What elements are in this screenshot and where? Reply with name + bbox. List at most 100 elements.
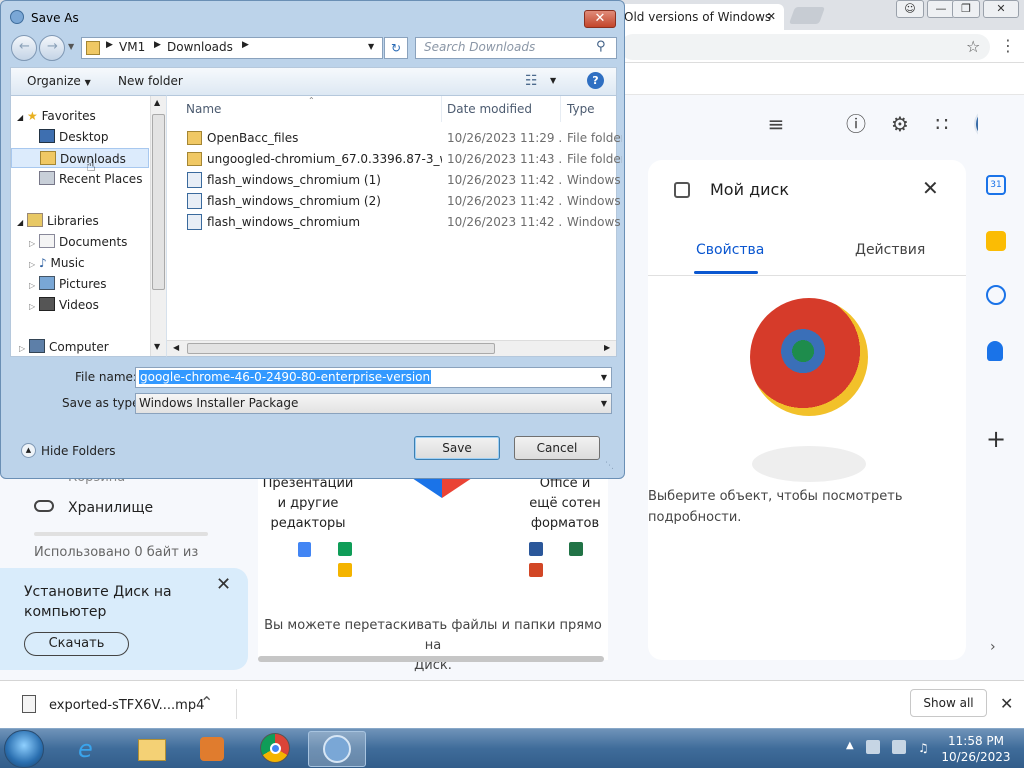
hide-folders-icon[interactable]: ▲ bbox=[21, 443, 36, 458]
nav-downloads[interactable]: Downloads bbox=[11, 148, 149, 168]
favorites-label: Favorites bbox=[41, 109, 96, 123]
search-input[interactable]: Search Downloads ⚲ bbox=[415, 37, 617, 59]
nav-documents[interactable]: ▷ Documents bbox=[29, 232, 127, 252]
file-row[interactable]: ungoogled-chromium_67.0.3396.87-3_wi... … bbox=[187, 149, 622, 170]
breadcrumb-downloads[interactable]: Downloads bbox=[167, 40, 233, 54]
window-close-button[interactable]: ✕ bbox=[983, 0, 1019, 18]
tasks-icon[interactable] bbox=[986, 285, 1006, 305]
hide-folders-button[interactable]: Hide Folders bbox=[41, 444, 116, 458]
file-type: Windows bbox=[567, 194, 621, 208]
breadcrumb-separator-icon: ▶ bbox=[242, 40, 249, 50]
help-icon[interactable]: ? bbox=[587, 72, 604, 89]
action-center-icon[interactable] bbox=[866, 740, 880, 754]
view-options-icon[interactable]: ☷ bbox=[525, 73, 538, 89]
omnibox[interactable] bbox=[620, 34, 990, 60]
taskbar-clock[interactable]: 11:58 PM 10/26/2023 bbox=[940, 733, 1012, 765]
taskbar-media[interactable] bbox=[186, 731, 236, 767]
back-button[interactable]: ← bbox=[11, 35, 37, 61]
save-type-dropdown-icon[interactable]: ▼ bbox=[601, 394, 607, 413]
column-date-modified[interactable]: Date modified bbox=[441, 96, 561, 122]
column-type[interactable]: Type bbox=[561, 96, 618, 122]
taskbar-chrome-dialog[interactable] bbox=[308, 731, 366, 767]
keep-icon[interactable] bbox=[986, 231, 1006, 251]
new-tab-button[interactable] bbox=[788, 7, 826, 24]
favorites-group[interactable]: ◢ ★ Favorites bbox=[17, 106, 96, 126]
folder-icon bbox=[187, 152, 202, 166]
network-icon[interactable] bbox=[892, 740, 906, 754]
breadcrumb-dropdown-icon[interactable]: ▼ bbox=[368, 42, 374, 51]
libraries-group[interactable]: ◢ Libraries bbox=[17, 211, 99, 231]
taskbar-explorer[interactable] bbox=[126, 731, 176, 767]
file-row[interactable]: flash_windows_chromium 10/26/2023 11:42 … bbox=[187, 212, 621, 233]
expand-panel-icon[interactable]: › bbox=[990, 639, 996, 655]
apps-grid-icon[interactable]: ∷ bbox=[926, 108, 958, 140]
nav-pictures[interactable]: ▷ Pictures bbox=[29, 274, 107, 294]
minimize-button[interactable]: — bbox=[927, 0, 955, 18]
storage-item[interactable]: Хранилище bbox=[68, 500, 153, 516]
file-name-dropdown-icon[interactable]: ▼ bbox=[601, 368, 607, 387]
resize-grip-icon[interactable]: ⋱ bbox=[605, 461, 614, 471]
save-type-select[interactable]: Windows Installer Package ▼ bbox=[135, 393, 612, 414]
nav-scrollbar[interactable]: ▲ ▼ bbox=[150, 96, 166, 356]
tab-properties[interactable]: Свойства bbox=[696, 242, 764, 258]
filter-settings-icon[interactable]: ≡ bbox=[760, 108, 792, 140]
help-icon[interactable]: ⓘ bbox=[840, 108, 872, 140]
scroll-up-icon[interactable]: ▲ bbox=[154, 98, 160, 107]
scroll-right-icon[interactable]: ▶ bbox=[604, 343, 610, 352]
details-close-icon[interactable]: ✕ bbox=[922, 176, 939, 200]
excel-icon bbox=[569, 542, 583, 556]
scroll-down-icon[interactable]: ▼ bbox=[154, 342, 160, 351]
taskbar-chrome[interactable] bbox=[250, 731, 300, 767]
file-row[interactable]: OpenBacc_files 10/26/2023 11:29 ... File… bbox=[187, 128, 622, 149]
chrome-menu-icon[interactable]: ⋮ bbox=[1000, 36, 1016, 55]
browser-tab[interactable]: Old versions of Windows ✕ bbox=[614, 4, 784, 30]
file-row[interactable]: flash_windows_chromium (1) 10/26/2023 11… bbox=[187, 170, 621, 191]
breadcrumb[interactable]: ▶ VM1 ▶ Downloads ▶ ▼ bbox=[81, 37, 383, 59]
file-list-scroll-thumb[interactable] bbox=[187, 343, 495, 354]
downloads-folder-icon bbox=[40, 151, 56, 165]
start-button[interactable] bbox=[4, 730, 44, 768]
file-list-hscrollbar[interactable]: ◀ ▶ bbox=[167, 340, 616, 356]
nav-music[interactable]: ▷ ♪ Music bbox=[29, 253, 85, 273]
column-name[interactable]: Name bbox=[180, 96, 442, 122]
organize-button[interactable]: Organize ▼ bbox=[27, 74, 91, 88]
contacts-icon[interactable] bbox=[987, 341, 1003, 361]
recent-locations-icon[interactable]: ▼ bbox=[68, 42, 74, 51]
new-folder-button[interactable]: New folder bbox=[118, 74, 183, 88]
view-dropdown-icon[interactable]: ▼ bbox=[550, 76, 556, 85]
show-all-button[interactable]: Show all bbox=[910, 689, 987, 717]
nav-scroll-thumb[interactable] bbox=[152, 114, 165, 290]
volume-icon[interactable]: ♫ bbox=[918, 741, 929, 755]
profile-icon[interactable]: ☺ bbox=[896, 0, 924, 18]
save-button[interactable]: Save bbox=[414, 436, 500, 460]
forward-button[interactable]: → bbox=[39, 35, 65, 61]
cancel-button[interactable]: Cancel bbox=[514, 436, 600, 460]
nav-desktop[interactable]: Desktop bbox=[39, 127, 109, 147]
calendar-icon[interactable]: 31 bbox=[986, 175, 1006, 195]
tab-close-icon[interactable]: ✕ bbox=[767, 10, 776, 23]
nav-computer[interactable]: ▷ Computer bbox=[19, 337, 109, 357]
download-divider bbox=[236, 689, 237, 719]
promo-download-button[interactable]: Скачать bbox=[24, 632, 129, 656]
download-file-name[interactable]: exported-sTFX6V....mp4 bbox=[49, 698, 204, 713]
scroll-left-icon[interactable]: ◀ bbox=[173, 343, 179, 352]
file-type: File folder bbox=[567, 152, 622, 166]
dialog-close-button[interactable]: ✕ bbox=[584, 10, 616, 28]
download-chevron-up-icon[interactable]: ⌃ bbox=[200, 693, 213, 712]
show-hidden-icons[interactable]: ▲ bbox=[846, 740, 854, 751]
file-name-input[interactable]: google-chrome-46-0-2490-80-enterprise-ve… bbox=[135, 367, 612, 388]
file-row[interactable]: flash_windows_chromium (2) 10/26/2023 11… bbox=[187, 191, 621, 212]
add-addon-icon[interactable]: + bbox=[986, 425, 1006, 453]
download-shelf-close-icon[interactable]: ✕ bbox=[1000, 694, 1013, 713]
save-type-label: Save as type: bbox=[62, 396, 144, 410]
promo-close-icon[interactable]: ✕ bbox=[216, 574, 231, 595]
refresh-button[interactable]: ↻ bbox=[384, 37, 408, 59]
tab-actions[interactable]: Действия bbox=[855, 242, 925, 258]
maximize-button[interactable]: ❐ bbox=[952, 0, 980, 18]
breadcrumb-vm1[interactable]: VM1 bbox=[119, 40, 145, 54]
taskbar-ie[interactable]: e bbox=[66, 731, 116, 767]
nav-videos[interactable]: ▷ Videos bbox=[29, 295, 99, 315]
horizontal-scrollbar[interactable] bbox=[258, 656, 604, 662]
bookmark-star-icon[interactable]: ☆ bbox=[966, 37, 980, 56]
settings-gear-icon[interactable]: ⚙ bbox=[884, 108, 916, 140]
